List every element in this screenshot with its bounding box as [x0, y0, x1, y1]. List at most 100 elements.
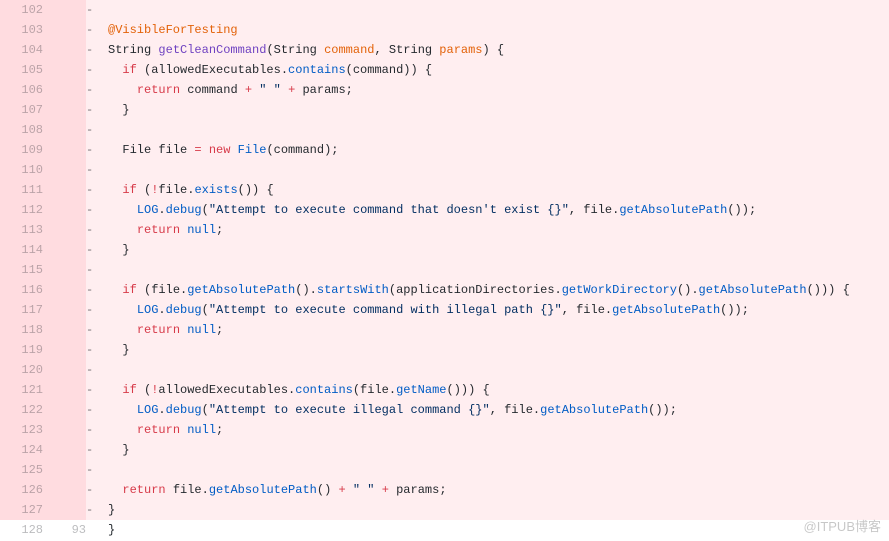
code-cell[interactable]: - return file.getAbsolutePath() + " " + …	[86, 480, 889, 500]
code-token	[108, 63, 122, 77]
code-token	[108, 83, 137, 97]
line-number-new[interactable]	[43, 200, 86, 220]
line-number-new[interactable]	[43, 220, 86, 240]
code-cell[interactable]: - if (!allowedExecutables.contains(file.…	[86, 380, 889, 400]
code-token: File	[238, 143, 267, 157]
code-token: (String	[266, 43, 324, 57]
line-number-old[interactable]: 127	[0, 500, 43, 520]
line-number-new[interactable]	[43, 340, 86, 360]
line-number-old[interactable]: 105	[0, 60, 43, 80]
line-number-new[interactable]	[43, 40, 86, 60]
code-cell[interactable]: -	[86, 260, 889, 280]
line-number-new[interactable]	[43, 500, 86, 520]
code-cell[interactable]: - }	[86, 500, 889, 520]
diff-row: 111 - if (!file.exists()) {	[0, 180, 889, 200]
code-cell[interactable]: - }	[86, 100, 889, 120]
line-number-old[interactable]: 110	[0, 160, 43, 180]
line-number-new[interactable]	[43, 420, 86, 440]
line-number-old[interactable]: 102	[0, 0, 43, 20]
code-cell[interactable]: - return null;	[86, 320, 889, 340]
line-number-old[interactable]: 115	[0, 260, 43, 280]
code-token: file.	[166, 483, 209, 497]
line-number-new[interactable]	[43, 60, 86, 80]
line-number-old[interactable]: 117	[0, 300, 43, 320]
code-cell[interactable]: - if (allowedExecutables.contains(comman…	[86, 60, 889, 80]
line-number-old[interactable]: 113	[0, 220, 43, 240]
diff-row: 119 - }	[0, 340, 889, 360]
code-cell[interactable]: - if (file.getAbsolutePath().startsWith(…	[86, 280, 889, 300]
code-token	[108, 403, 137, 417]
line-number-new[interactable]	[43, 440, 86, 460]
line-number-new[interactable]	[43, 280, 86, 300]
code-cell[interactable]: - LOG.debug("Attempt to execute illegal …	[86, 400, 889, 420]
line-number-new[interactable]: 93	[43, 520, 86, 540]
line-number-old[interactable]: 118	[0, 320, 43, 340]
code-cell[interactable]: - }	[86, 240, 889, 260]
code-cell[interactable]: - @VisibleForTesting	[86, 20, 889, 40]
diff-row: 122 - LOG.debug("Attempt to execute illeg…	[0, 400, 889, 420]
code-cell[interactable]: - return null;	[86, 420, 889, 440]
line-number-new[interactable]	[43, 240, 86, 260]
line-number-new[interactable]	[43, 180, 86, 200]
line-number-new[interactable]	[43, 320, 86, 340]
code-cell[interactable]: - File file = new File(command);	[86, 140, 889, 160]
line-number-old[interactable]: 121	[0, 380, 43, 400]
line-number-new[interactable]	[43, 360, 86, 380]
line-number-new[interactable]	[43, 140, 86, 160]
line-number-old[interactable]: 106	[0, 80, 43, 100]
code-cell[interactable]: - if (!file.exists()) {	[86, 180, 889, 200]
line-number-old[interactable]: 104	[0, 40, 43, 60]
code-cell[interactable]: -	[86, 460, 889, 480]
line-number-old[interactable]: 123	[0, 420, 43, 440]
code-token	[108, 383, 122, 397]
code-cell[interactable]: - return null;	[86, 220, 889, 240]
line-number-new[interactable]	[43, 120, 86, 140]
line-number-old[interactable]: 119	[0, 340, 43, 360]
code-cell[interactable]: - }	[86, 440, 889, 460]
code-cell[interactable]: - }	[86, 340, 889, 360]
line-number-old[interactable]: 128	[0, 520, 43, 540]
code-cell[interactable]: -	[86, 120, 889, 140]
diff-marker: -	[86, 360, 108, 380]
diff-marker: -	[86, 40, 108, 60]
code-token	[108, 223, 137, 237]
line-number-new[interactable]	[43, 260, 86, 280]
diff-marker: -	[86, 480, 108, 500]
line-number-new[interactable]	[43, 80, 86, 100]
diff-marker: -	[86, 60, 108, 80]
line-number-new[interactable]	[43, 480, 86, 500]
code-cell[interactable]: - LOG.debug("Attempt to execute command …	[86, 200, 889, 220]
code-token: (	[202, 403, 209, 417]
line-number-old[interactable]: 126	[0, 480, 43, 500]
diff-row: 109 - File file = new File(command);	[0, 140, 889, 160]
line-number-new[interactable]	[43, 300, 86, 320]
line-number-old[interactable]: 103	[0, 20, 43, 40]
line-number-old[interactable]: 112	[0, 200, 43, 220]
line-number-old[interactable]: 107	[0, 100, 43, 120]
line-number-new[interactable]	[43, 0, 86, 20]
code-cell[interactable]: -	[86, 0, 889, 20]
line-number-old[interactable]: 108	[0, 120, 43, 140]
line-number-new[interactable]	[43, 100, 86, 120]
code-cell[interactable]: - String getCleanCommand(String command,…	[86, 40, 889, 60]
line-number-old[interactable]: 125	[0, 460, 43, 480]
line-number-old[interactable]: 116	[0, 280, 43, 300]
line-number-old[interactable]: 124	[0, 440, 43, 460]
line-number-new[interactable]	[43, 160, 86, 180]
code-cell[interactable]: - return command + " " + params;	[86, 80, 889, 100]
line-number-old[interactable]: 111	[0, 180, 43, 200]
diff-marker	[86, 520, 108, 540]
code-token: ().	[677, 283, 699, 297]
line-number-old[interactable]: 109	[0, 140, 43, 160]
line-number-old[interactable]: 120	[0, 360, 43, 380]
line-number-new[interactable]	[43, 20, 86, 40]
code-cell[interactable]: -	[86, 160, 889, 180]
line-number-old[interactable]: 122	[0, 400, 43, 420]
line-number-new[interactable]	[43, 400, 86, 420]
code-cell[interactable]: - LOG.debug("Attempt to execute command …	[86, 300, 889, 320]
line-number-old[interactable]: 114	[0, 240, 43, 260]
line-number-new[interactable]	[43, 460, 86, 480]
line-number-new[interactable]	[43, 380, 86, 400]
code-cell[interactable]: -	[86, 360, 889, 380]
code-cell[interactable]: }	[86, 520, 889, 540]
